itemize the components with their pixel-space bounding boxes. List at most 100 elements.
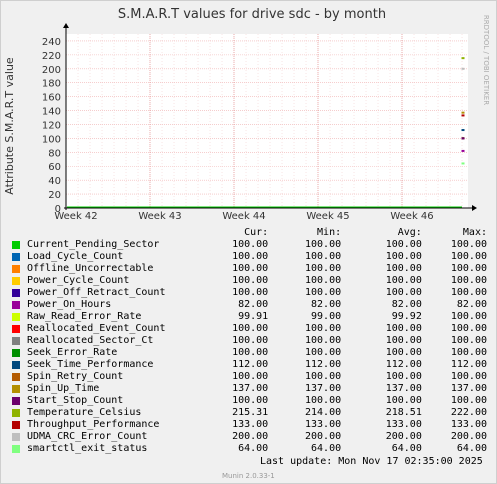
- munin-version: Munin 2.0.33-1: [222, 472, 275, 480]
- legend-max: 222.00: [450, 407, 487, 418]
- legend-cur: 82.00: [238, 299, 269, 310]
- legend-series-name: Throughput_Performance: [27, 419, 160, 430]
- legend-min: 100.00: [305, 371, 342, 382]
- legend-cur: 137.00: [232, 383, 269, 394]
- legend-item: Temperature_Celsius 215.31 214.00 218.51 222…: [12, 407, 487, 419]
- legend-max: 82.00: [456, 299, 487, 310]
- legend-max: 100.00: [450, 395, 487, 406]
- legend-series-name: Current_Pending_Sector: [27, 239, 160, 250]
- legend-max: 100.00: [450, 311, 487, 322]
- legend-max: 112.00: [450, 359, 487, 370]
- legend-swatch: [12, 337, 20, 345]
- legend-swatch: [12, 409, 20, 417]
- legend-max: 137.00: [450, 383, 487, 394]
- legend-swatch: [12, 421, 20, 429]
- y-tick-label: 200: [42, 65, 61, 76]
- legend-avg: 133.00: [385, 419, 422, 430]
- legend-item: Reallocated_Sector_Ct 100.00 100.00 100.00 1…: [12, 335, 487, 347]
- legend-min: 137.00: [305, 383, 342, 394]
- legend-max: 100.00: [450, 323, 487, 334]
- y-tick-label: 20: [48, 190, 61, 201]
- legend-min: 100.00: [305, 251, 342, 262]
- legend-cur: 100.00: [232, 335, 269, 346]
- legend-min: 82.00: [311, 299, 342, 310]
- legend-avg: 82.00: [391, 299, 422, 310]
- last-update: Last update: Mon Nov 17 02:35:00 2025: [260, 456, 483, 467]
- legend-avg: 64.00: [391, 443, 422, 454]
- legend-min: 99.00: [311, 311, 342, 322]
- legend-avg: 100.00: [385, 335, 422, 346]
- legend-item: Offline_Uncorrectable 100.00 100.00 100.00 1…: [12, 263, 487, 275]
- legend-max: 100.00: [450, 335, 487, 346]
- legend-item: Power_On_Hours 82.00 82.00 82.00 82.00: [12, 299, 487, 311]
- legend-item: smartctl_exit_status 64.00 64.00 64.00 64.00: [12, 443, 487, 455]
- legend-series-name: Temperature_Celsius: [27, 407, 142, 418]
- rrdtool-credit: RRDTOOL / TOBI OETIKER: [482, 15, 490, 105]
- x-tick-label: Week 42: [54, 211, 97, 222]
- legend-swatch: [12, 445, 20, 453]
- legend-max: 100.00: [450, 239, 487, 250]
- legend-item: Raw_Read_Error_Rate 99.91 99.00 99.92 100.00: [12, 311, 487, 323]
- x-tick-label: Week 46: [390, 211, 433, 222]
- legend-series-name: Reallocated_Event_Count: [27, 323, 166, 334]
- legend-avg: 100.00: [385, 251, 422, 262]
- legend-cur: 100.00: [232, 239, 269, 250]
- y-tick-label: 180: [42, 79, 61, 90]
- legend-swatch: [12, 277, 20, 285]
- legend-item: Power_Cycle_Count 100.00 100.00 100.00 100.0…: [12, 275, 487, 287]
- legend-swatch: [12, 325, 20, 333]
- y-tick-label: 220: [42, 51, 61, 62]
- legend-avg: 100.00: [385, 371, 422, 382]
- legend-cur: 215.31: [232, 407, 269, 418]
- legend-min: 133.00: [305, 419, 342, 430]
- legend-avg: 100.00: [385, 263, 422, 274]
- y-tick-label: 120: [42, 120, 61, 131]
- legend-swatch: [12, 433, 20, 441]
- legend-series-name: Offline_Uncorrectable: [27, 263, 154, 274]
- legend-avg: 137.00: [385, 383, 422, 394]
- legend-swatch: [12, 253, 20, 261]
- legend-series-name: Raw_Read_Error_Rate: [27, 311, 142, 322]
- legend-series-name: Load_Cycle_Count: [27, 251, 124, 262]
- legend-max: 200.00: [450, 431, 487, 442]
- legend-max: 100.00: [450, 263, 487, 274]
- legend-series-name: Power_On_Hours: [27, 299, 112, 310]
- legend-item: Spin_Up_Time 137.00 137.00 137.00 137.00: [12, 383, 487, 395]
- legend-swatch: [12, 241, 20, 249]
- legend-swatch: [12, 265, 20, 273]
- legend-header-min: Min:: [317, 227, 342, 238]
- legend-min: 214.00: [305, 407, 342, 418]
- legend-item: Power_Off_Retract_Count 100.00 100.00 100.0…: [12, 287, 487, 299]
- legend-item: Load_Cycle_Count 100.00 100.00 100.00 100.00: [12, 251, 487, 263]
- legend-max: 100.00: [450, 251, 487, 262]
- legend-max: 100.00: [450, 275, 487, 286]
- legend-min: 100.00: [305, 275, 342, 286]
- legend-min: 100.00: [305, 323, 342, 334]
- legend-header-avg: Avg:: [397, 227, 422, 238]
- legend-max: 100.00: [450, 287, 487, 298]
- y-tick-label: 160: [42, 93, 61, 104]
- legend-max: 100.00: [450, 371, 487, 382]
- legend-series-name: Reallocated_Sector_Ct: [27, 335, 154, 346]
- legend-min: 100.00: [305, 287, 342, 298]
- legend-series-name: Seek_Time_Performance: [27, 359, 154, 370]
- legend-swatch: [12, 301, 20, 309]
- legend-item: Start_Stop_Count 100.00 100.00 100.00 100.00: [12, 395, 487, 407]
- legend-max: 64.00: [456, 443, 487, 454]
- legend-cur: 100.00: [232, 323, 269, 334]
- legend-avg: 99.92: [391, 311, 422, 322]
- chart-title: S.M.A.R.T values for drive sdc - by mont…: [118, 7, 386, 22]
- y-tick-label: 140: [42, 107, 61, 118]
- legend-item: Throughput_Performance 133.00 133.00 133.00…: [12, 419, 487, 431]
- legend-swatch: [12, 373, 20, 381]
- legend-avg: 100.00: [385, 239, 422, 250]
- x-tick-label: Week 44: [222, 211, 265, 222]
- legend: Cur: Min: Avg: Max: Current_Pending_Sect…: [12, 227, 487, 455]
- legend-cur: 64.00: [238, 443, 269, 454]
- legend-header: Cur: Min: Avg: Max:: [12, 227, 487, 239]
- legend-cur: 133.00: [232, 419, 269, 430]
- legend-avg: 218.51: [385, 407, 422, 418]
- legend-cur: 99.91: [238, 311, 269, 322]
- legend-cur: 100.00: [232, 275, 269, 286]
- legend-swatch: [12, 349, 20, 357]
